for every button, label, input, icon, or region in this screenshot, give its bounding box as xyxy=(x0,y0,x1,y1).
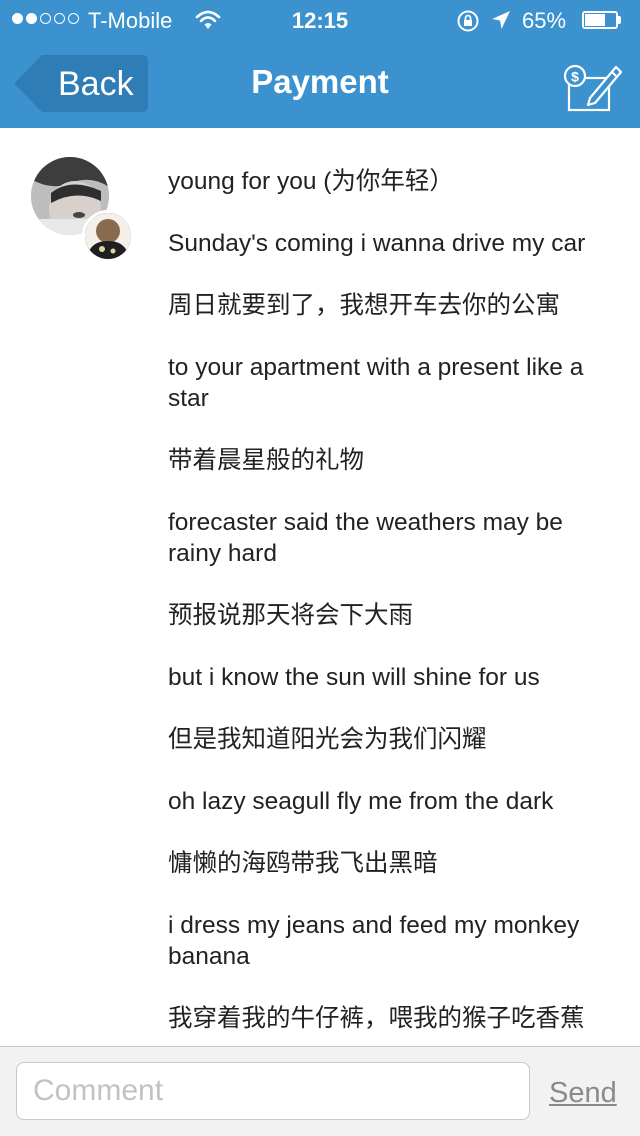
post-text: young for you (为你年轻） Sunday's coming i w… xyxy=(168,166,618,1046)
svg-text:$: $ xyxy=(571,69,579,85)
orientation-lock-icon xyxy=(457,10,479,32)
lyric-line: 慵懒的海鸥带我飞出黑暗 xyxy=(168,850,438,877)
lyric-line: 我穿着我的牛仔裤，喂我的猴子吃香蕉 xyxy=(168,1005,585,1032)
payment-compose-icon[interactable]: $ xyxy=(560,60,624,112)
lyric-line: 预报说那天将会下大雨 xyxy=(168,602,413,629)
nav-bar: Back Payment $ xyxy=(0,40,640,128)
lyric-line: but i know the sun will shine for us xyxy=(168,664,540,691)
lyric-line: young for you (为你年轻） xyxy=(168,168,454,195)
battery-percent: 65% xyxy=(522,8,567,33)
comment-input[interactable] xyxy=(16,1062,530,1120)
battery-fill xyxy=(585,14,605,26)
comment-bar: Send xyxy=(0,1046,640,1136)
lyric-line: oh lazy seagull fly me from the dark xyxy=(168,788,554,815)
battery-icon xyxy=(582,11,622,29)
lyric-line: Sunday's coming i wanna drive my car xyxy=(168,230,586,257)
header: T-Mobile 12:15 65% Back Payment $ xyxy=(0,0,640,128)
status-bar: T-Mobile 12:15 65% xyxy=(0,0,640,40)
lyric-line: i dress my jeans and feed my monkey bana… xyxy=(168,912,580,970)
lyric-line: forecaster said the weathers may be rain… xyxy=(168,509,563,567)
secondary-avatar-photo xyxy=(85,213,131,259)
page-title: Payment xyxy=(251,63,389,100)
lyric-line: 带着晨星般的礼物 xyxy=(168,447,364,474)
send-button[interactable]: Send xyxy=(549,1077,617,1110)
lyric-line: 但是我知道阳光会为我们闪耀 xyxy=(168,726,487,753)
secondary-avatar[interactable] xyxy=(82,210,134,262)
lyric-line: to your apartment with a present like a … xyxy=(168,354,584,412)
post-content[interactable]: young for you (为你年轻） Sunday's coming i w… xyxy=(0,128,640,1046)
location-arrow-icon xyxy=(492,11,510,29)
lyric-line: 周日就要到了，我想开车去你的公寓 xyxy=(168,292,560,319)
